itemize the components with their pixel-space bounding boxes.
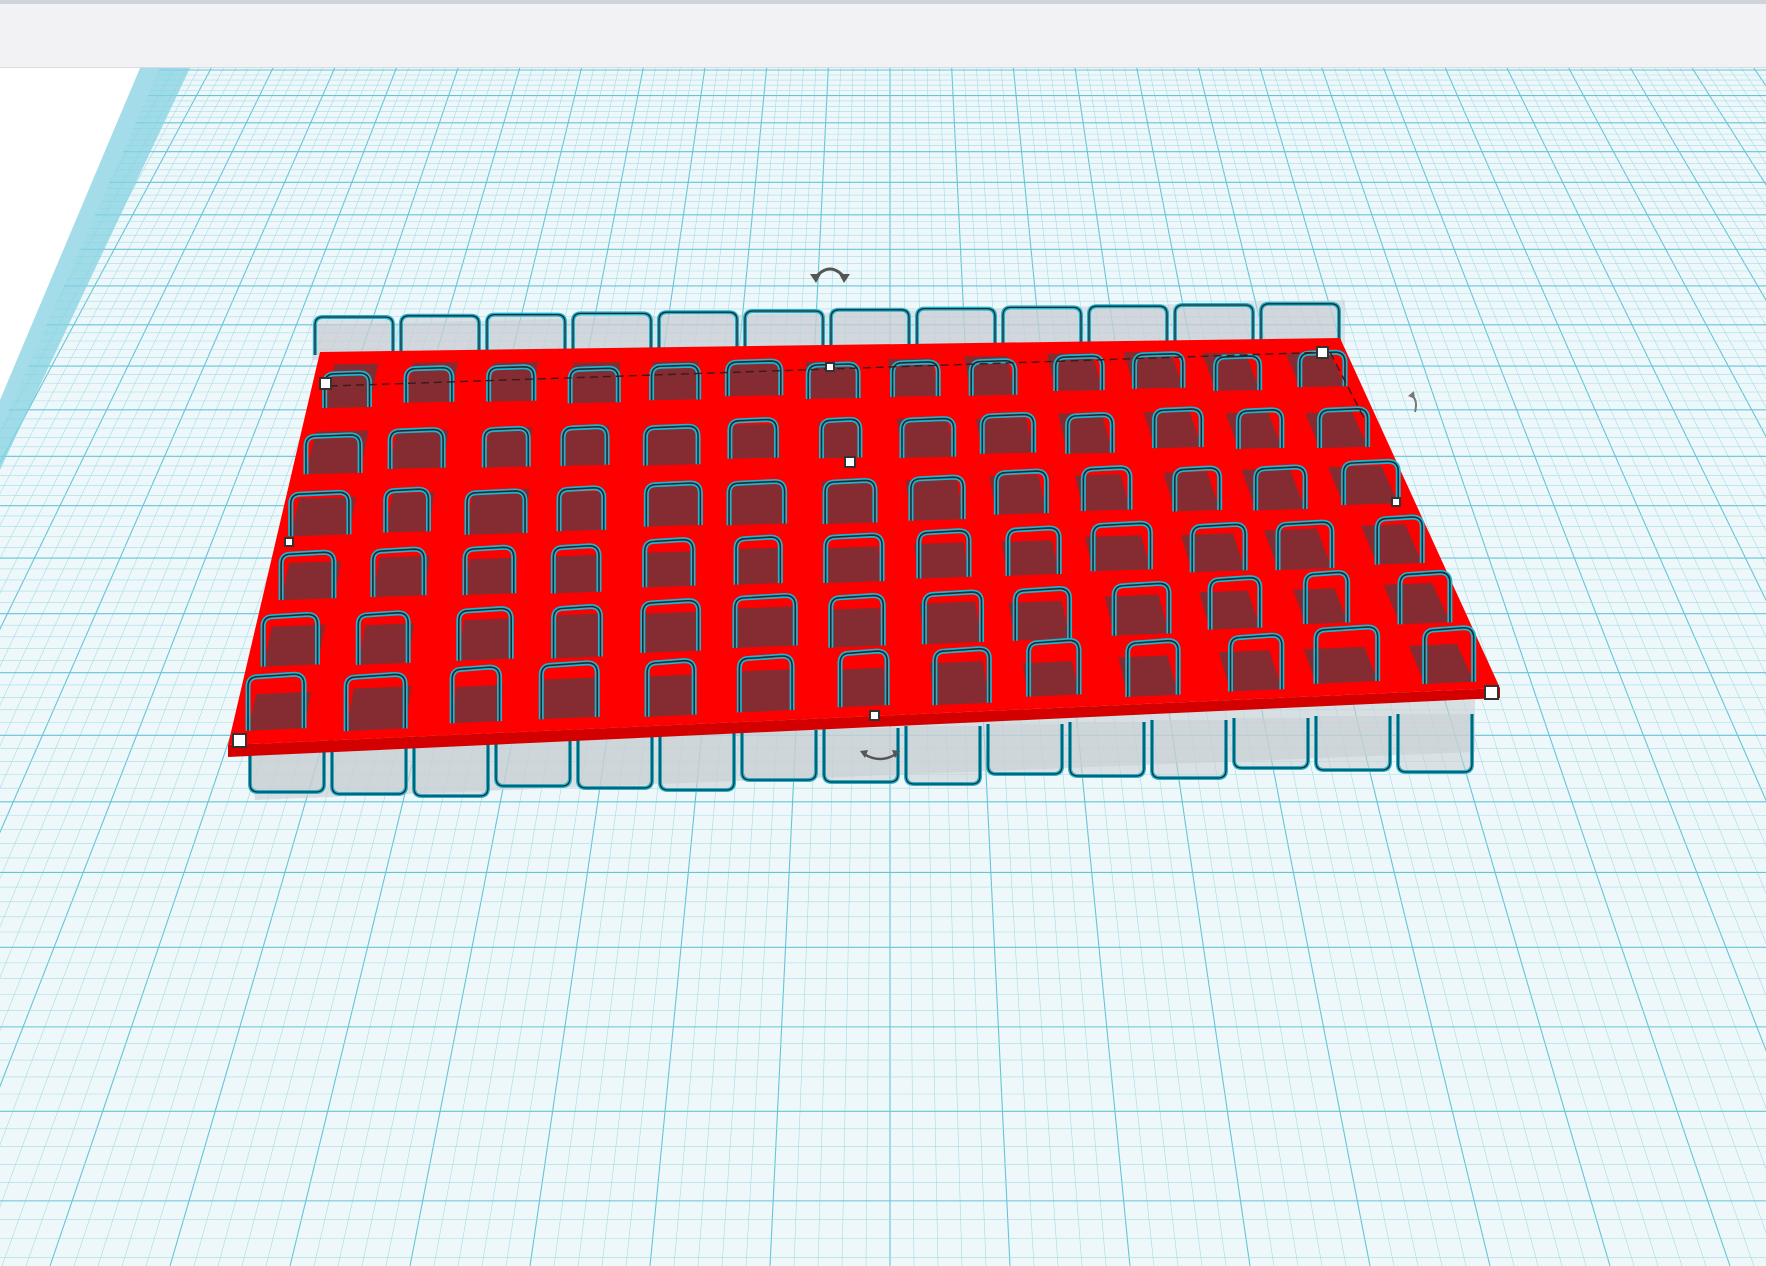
ghost-cell[interactable] xyxy=(1396,714,1474,774)
voronoi-cell[interactable] xyxy=(647,674,695,717)
voronoi-cell[interactable] xyxy=(726,362,781,397)
height-handle-left[interactable] xyxy=(284,537,294,547)
voronoi-cell[interactable] xyxy=(735,547,781,585)
voronoi-cell[interactable] xyxy=(372,555,430,597)
voronoi-cell[interactable] xyxy=(821,480,875,524)
voronoi-cell[interactable] xyxy=(645,425,699,466)
voronoi-cell[interactable] xyxy=(914,542,969,579)
voronoi-cell[interactable] xyxy=(465,557,518,595)
ghost-cell[interactable] xyxy=(313,315,395,355)
voronoi-cell[interactable] xyxy=(290,497,357,537)
voronoi-cell[interactable] xyxy=(644,551,693,588)
voronoi-cell[interactable] xyxy=(553,613,603,659)
ghost-cell[interactable] xyxy=(743,309,825,349)
ghost-cell[interactable] xyxy=(1173,303,1255,343)
voronoi-cell[interactable] xyxy=(346,686,412,732)
handle-back-mid[interactable] xyxy=(825,362,835,372)
ghost-cell[interactable] xyxy=(571,311,653,352)
ghost-cell[interactable] xyxy=(740,730,818,782)
voronoi-cell[interactable] xyxy=(818,421,860,459)
ghost-cell[interactable] xyxy=(485,312,567,353)
ghost-cell[interactable] xyxy=(1232,718,1310,770)
ghost-cell[interactable] xyxy=(1150,720,1228,780)
ghost-cell[interactable] xyxy=(658,732,736,792)
ghost-cell[interactable] xyxy=(829,307,911,348)
ghost-cell[interactable] xyxy=(1314,716,1392,772)
ghost-cell[interactable] xyxy=(1259,301,1341,342)
voronoi-cell[interactable] xyxy=(642,611,699,653)
workplane-viewport[interactable] xyxy=(0,68,1766,1266)
resize-handle-front-right[interactable] xyxy=(1484,685,1499,700)
ghost-cell[interactable] xyxy=(904,726,982,786)
ghost-cell[interactable] xyxy=(822,728,900,784)
voronoi-cell[interactable] xyxy=(827,607,884,648)
ghost-cell[interactable] xyxy=(1068,722,1146,778)
voronoi-cell[interactable] xyxy=(559,491,606,532)
ghost-cell[interactable] xyxy=(657,310,739,351)
ghost-cell[interactable] xyxy=(576,734,654,790)
voronoi-cell[interactable] xyxy=(452,685,504,724)
voronoi-cell[interactable] xyxy=(728,482,785,526)
voronoi-cell[interactable] xyxy=(553,554,601,594)
top-toolbar xyxy=(0,0,1766,68)
resize-handle-front-mid[interactable] xyxy=(869,710,880,721)
voronoi-cell[interactable] xyxy=(390,430,449,469)
voronoi-cell[interactable] xyxy=(837,667,888,708)
voronoi-cell[interactable] xyxy=(541,677,600,720)
workplane-canvas[interactable] xyxy=(0,68,1766,1266)
voronoi-cell[interactable] xyxy=(919,601,982,645)
selected-voronoi-shape[interactable] xyxy=(228,300,1500,800)
ghost-cell[interactable] xyxy=(1001,305,1083,346)
ghost-cell[interactable] xyxy=(986,724,1064,776)
voronoi-cell[interactable] xyxy=(646,485,701,527)
ghost-cell[interactable] xyxy=(399,313,481,354)
resize-handle-back-right[interactable] xyxy=(1316,346,1329,359)
voronoi-cell[interactable] xyxy=(467,488,530,535)
voronoi-cell[interactable] xyxy=(905,479,964,521)
voronoi-cell[interactable] xyxy=(563,425,610,466)
ghost-cell[interactable] xyxy=(1087,304,1169,345)
voronoi-cell[interactable] xyxy=(734,606,796,648)
voronoi-cell[interactable] xyxy=(738,669,793,713)
voronoi-cell[interactable] xyxy=(929,661,990,706)
voronoi-cell[interactable] xyxy=(729,424,777,459)
ghost-cell[interactable] xyxy=(915,306,997,347)
resize-handle-center[interactable] xyxy=(844,456,856,468)
resize-handle-front-left[interactable] xyxy=(232,733,247,748)
voronoi-cell[interactable] xyxy=(823,546,883,584)
voronoi-cell[interactable] xyxy=(458,618,516,661)
height-handle-right[interactable] xyxy=(1391,497,1401,507)
resize-handle-back-left[interactable] xyxy=(319,377,332,390)
